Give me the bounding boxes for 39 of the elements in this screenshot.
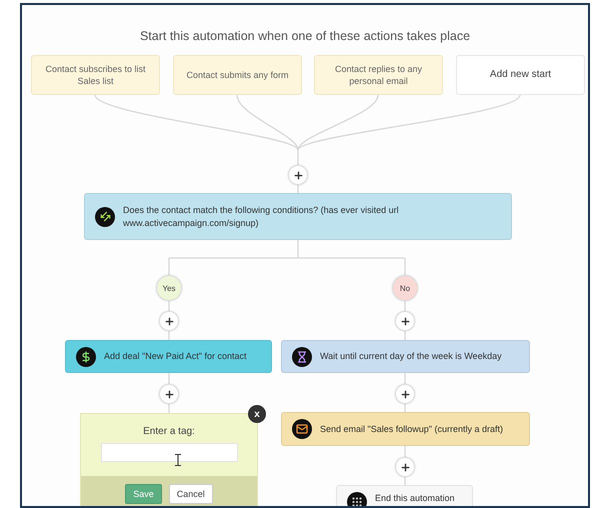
action-node[interactable]: Send email "Sales followup" (currently a draft) (281, 412, 530, 446)
add-step-button[interactable] (395, 384, 415, 404)
branch-label: Yes (156, 275, 182, 301)
condition-node[interactable]: Does the contact match the following conditions? (has ever visited url www.activecampaign.com/signup) (84, 193, 512, 240)
action-node[interactable]: Wait until current day of the week is Weekday (281, 340, 530, 373)
add-step-button[interactable] (395, 457, 415, 477)
plus-icon (164, 388, 174, 400)
hourglass-icon (292, 346, 312, 366)
plus-icon (400, 316, 410, 326)
action-text: Add deal "New Paid Act" for contact (104, 350, 246, 363)
text-cursor-icon (175, 454, 181, 466)
dollar-icon (76, 346, 96, 366)
action-text: Send email "Sales followup" (currently a draft) (320, 422, 503, 436)
envelope-icon (292, 419, 312, 439)
branch-label: No (392, 275, 418, 301)
add-step-button[interactable] (159, 384, 179, 404)
plus-icon (400, 462, 410, 472)
plus-icon (292, 170, 304, 180)
action-text: Wait until current day of the week is Weekday (320, 350, 502, 363)
action-text: End this automation (375, 492, 455, 504)
tag-label: Enter a tag: (143, 426, 195, 437)
trigger-node[interactable]: Contact replies to any personal email (314, 55, 443, 95)
cancel-button[interactable]: Cancel (168, 484, 213, 504)
end-node[interactable]: End this automation (336, 485, 473, 506)
split-icon (95, 206, 115, 226)
section-title: Start this automation when one of these actions takes place (140, 29, 470, 43)
close-button[interactable]: x (248, 405, 266, 423)
plus-icon (164, 316, 174, 326)
condition-text: Does the contact match the following conditions? (has ever visited url www.activecampaign.com/signup) (123, 204, 400, 229)
add-step-button[interactable] (395, 311, 415, 331)
grid-icon (347, 492, 367, 506)
plus-icon (400, 388, 410, 400)
trigger-node[interactable]: Contact subscribes to list Sales list (31, 55, 160, 95)
tag-input[interactable] (100, 443, 238, 462)
action-node[interactable]: Add deal "New Paid Act" for contact (65, 340, 272, 373)
add-step-button[interactable] (288, 165, 308, 185)
add-step-button[interactable] (159, 311, 179, 331)
trigger-node[interactable]: Contact submits any form (173, 55, 302, 95)
add-start-button[interactable]: Add new start (456, 55, 585, 95)
